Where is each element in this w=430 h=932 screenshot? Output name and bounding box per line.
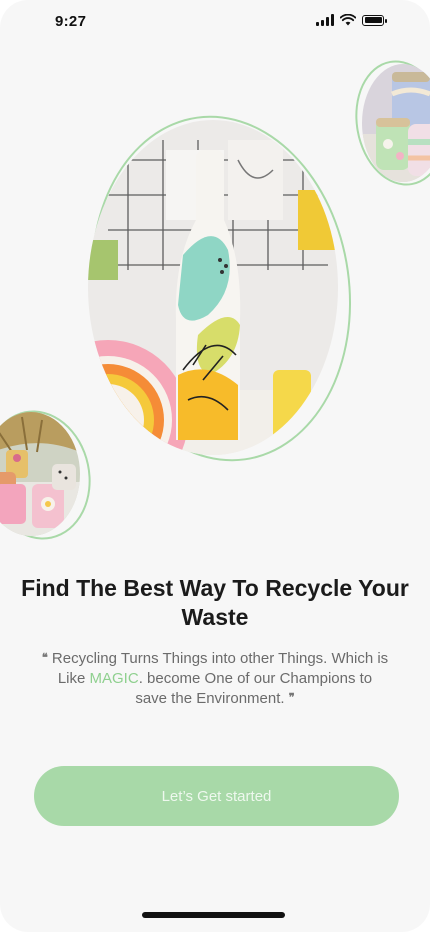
painted-bottle-image (88, 120, 338, 455)
open-quote-icon: ❝ (41, 651, 48, 664)
subtitle-text: . become One of our Champions to save th… (135, 669, 373, 708)
battery-icon (362, 14, 387, 26)
subtitle-highlight: MAGIC (89, 669, 139, 687)
onboarding-title: Find The Best Way To Recycle Your Waste (21, 575, 409, 630)
status-time: 9:27 (55, 13, 87, 30)
status-bar: 9:27 (0, 0, 430, 44)
signal-icon (316, 14, 334, 26)
get-started-button[interactable]: Let’s Get started (34, 766, 399, 826)
home-indicator (142, 912, 285, 918)
wifi-icon (340, 14, 356, 26)
onboarding-screen: 9:27 Find The Best Way To Recycle Your W… (0, 0, 430, 932)
status-icons (316, 14, 387, 26)
onboarding-subtitle: ❝ Recycling Turns Things into other Thin… (40, 648, 390, 709)
close-quote-icon: ❞ (288, 691, 295, 704)
